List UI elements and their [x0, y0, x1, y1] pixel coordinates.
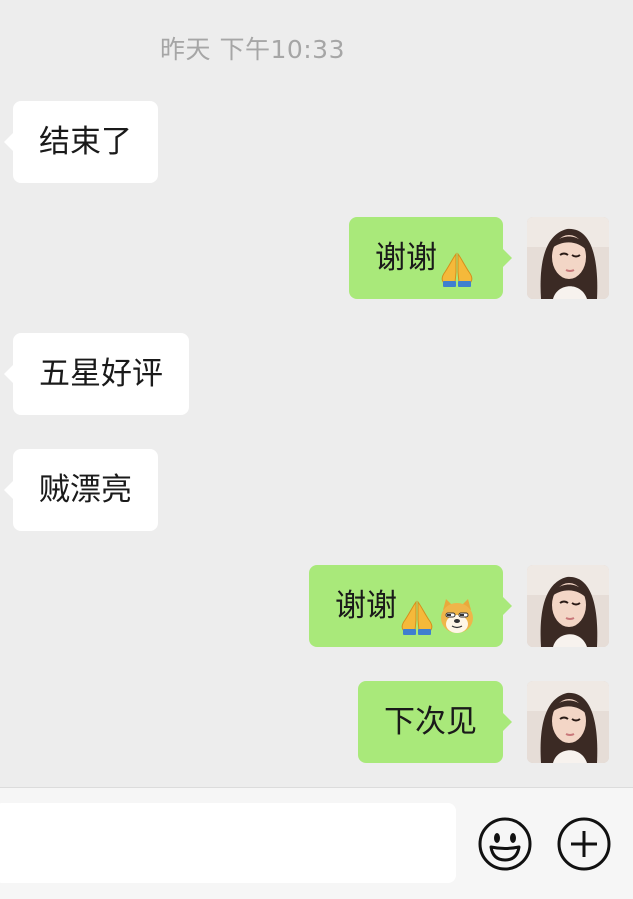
user-avatar[interactable] [527, 681, 609, 763]
sent-message-bubble[interactable]: 下次见 [358, 681, 512, 763]
message-text: 下次见 [384, 704, 477, 740]
emoji-button[interactable] [477, 816, 533, 872]
message-text: 贼漂亮 [39, 472, 132, 508]
message-text: 五星好评 [39, 356, 163, 392]
sent-message-bubble[interactable]: 谢谢 [309, 565, 512, 647]
chat-message-area[interactable]: 昨天 下午10:33 结束了 谢谢 五星好评 贼漂亮 谢谢 下次见 [0, 0, 633, 787]
message-text: 谢谢 [375, 240, 437, 276]
message-input[interactable] [0, 803, 456, 883]
message-input-bar [0, 787, 633, 899]
received-message-bubble[interactable]: 贼漂亮 [4, 449, 158, 531]
message-text: 谢谢 [335, 588, 397, 624]
plus-circle-icon [557, 817, 611, 871]
sent-message-bubble[interactable]: 谢谢 [349, 217, 512, 299]
message-text: 结束了 [39, 124, 132, 160]
received-message-bubble[interactable]: 结束了 [4, 101, 158, 183]
folded-hands-emoji-icon [397, 585, 437, 635]
user-avatar[interactable] [527, 565, 609, 647]
message-timestamp: 昨天 下午10:33 [160, 35, 345, 64]
doge-emoji-icon [437, 585, 477, 633]
smiley-face-icon [478, 817, 532, 871]
user-avatar[interactable] [527, 217, 609, 299]
folded-hands-emoji-icon [437, 237, 477, 287]
more-functions-button[interactable] [556, 816, 612, 872]
received-message-bubble[interactable]: 五星好评 [4, 333, 189, 415]
